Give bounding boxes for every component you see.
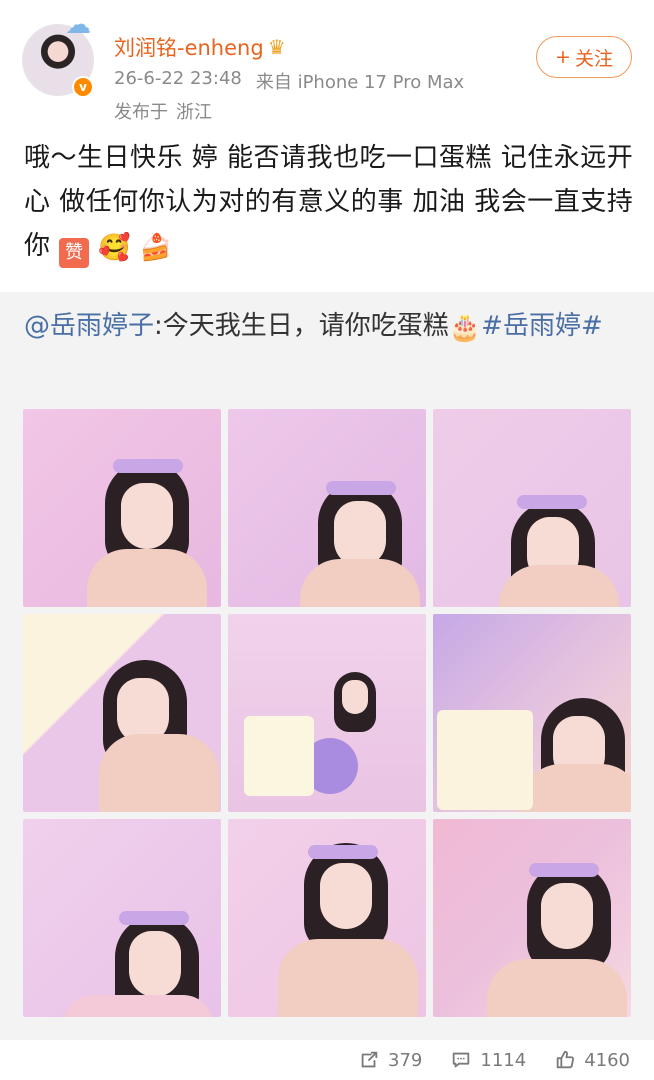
post-text: 哦～生日快乐 婷 能否请我也吃一口蛋糕 记住永远开心 做任何你认为对的有意义的事…: [24, 136, 638, 270]
username[interactable]: 刘润铭-enheng ♛: [114, 32, 286, 62]
photo-grid: [23, 409, 631, 1017]
hug-emoji-icon: 🥰: [98, 233, 131, 263]
post-meta: 26-6-22 23:48 来自 iPhone 17 Pro Max: [114, 68, 464, 94]
repost-card[interactable]: @岳雨婷子:今天我生日，请你吃蛋糕🎂#岳雨婷#: [0, 292, 654, 1040]
repost-body: :今天我生日，请你吃蛋糕: [154, 311, 449, 341]
birthday-cake-emoji-icon: 🎂: [448, 313, 482, 343]
post-header: ☁ v 刘润铭-enheng ♛ 26-6-22 23:48 来自 iPhone…: [0, 0, 654, 130]
photo-9[interactable]: [433, 819, 631, 1017]
comment-button[interactable]: 1114: [450, 1049, 526, 1071]
comment-count: 1114: [480, 1049, 527, 1071]
like-button[interactable]: 4160: [554, 1049, 630, 1071]
cake-slice-emoji-icon: 🍰: [139, 233, 173, 263]
post-source: 来自 iPhone 17 Pro Max: [255, 72, 465, 93]
photo-3[interactable]: [433, 409, 631, 607]
verified-badge-icon: v: [72, 76, 94, 98]
repost-hashtag-link[interactable]: #岳雨婷#: [481, 311, 603, 341]
avatar[interactable]: ☁ v: [22, 12, 94, 98]
photo-6[interactable]: [433, 614, 631, 812]
like-count: 4160: [584, 1049, 630, 1071]
share-icon: [361, 1051, 378, 1068]
repost-button[interactable]: 379: [358, 1049, 422, 1071]
photo-4[interactable]: [23, 614, 221, 812]
photo-7[interactable]: [23, 819, 221, 1017]
username-text[interactable]: 刘润铭-enheng: [114, 32, 264, 62]
repost-mention-link[interactable]: @岳雨婷子: [24, 311, 154, 341]
photo-5[interactable]: [228, 614, 426, 812]
crown-icon: ♛: [267, 35, 286, 59]
zan-emoji-icon: 赞: [59, 238, 90, 268]
post-location: 发布于 浙江: [114, 98, 212, 124]
photo-8[interactable]: [228, 819, 426, 1017]
post-date: 26-6-22 23:48: [114, 68, 242, 89]
repost-text: @岳雨婷子:今天我生日，请你吃蛋糕🎂#岳雨婷#: [24, 304, 634, 350]
plus-icon: +: [555, 46, 571, 68]
location-value: 浙江: [176, 102, 212, 123]
photo-2[interactable]: [228, 409, 426, 607]
photo-1[interactable]: [23, 409, 221, 607]
thumbs-up-icon: [556, 1050, 575, 1069]
location-label: 发布于: [114, 102, 168, 123]
comment-icon: [453, 1052, 470, 1068]
cloud-badge-icon: ☁: [65, 10, 91, 40]
action-bar: 379 1114 4160: [0, 1040, 654, 1080]
follow-label: 关注: [574, 47, 613, 70]
repost-count: 379: [388, 1049, 423, 1071]
follow-button[interactable]: + 关注: [536, 36, 632, 78]
